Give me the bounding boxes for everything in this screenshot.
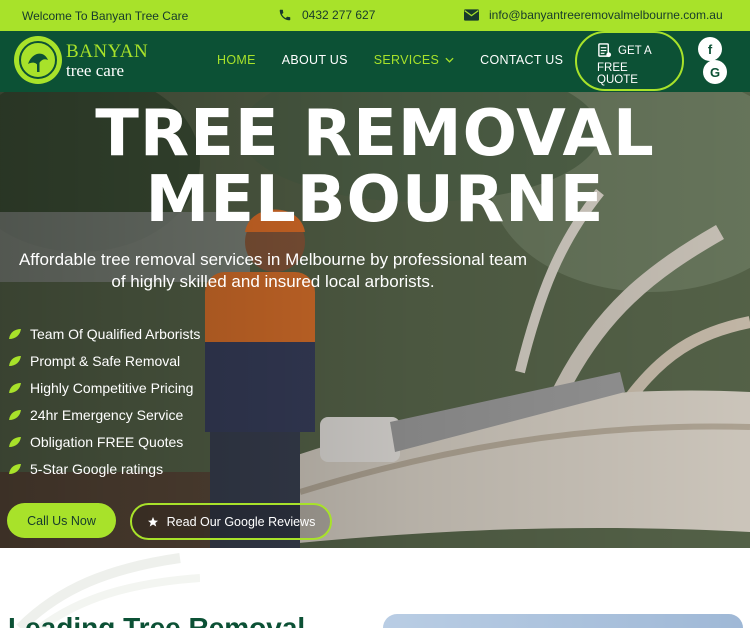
feature-text: Team Of Qualified Arborists — [30, 325, 201, 342]
hero-title-line2: MELBOURNE — [145, 163, 605, 237]
quote-line1: GET A — [618, 44, 652, 57]
nav-services-label: SERVICES — [373, 53, 440, 67]
nav-about-label: ABOUT US — [281, 53, 348, 67]
feature-item: Prompt & Safe Removal — [8, 347, 200, 374]
google-reviews-label: Read Our Google Reviews — [166, 514, 316, 529]
phone-icon — [279, 9, 291, 21]
hero-subtitle: Affordable tree removal services in Melb… — [18, 250, 528, 291]
feature-text: 5-Star Google ratings — [30, 460, 164, 477]
phone-number: 0432 277 627 — [302, 8, 376, 22]
mail-icon — [464, 9, 479, 21]
feature-text: Prompt & Safe Removal — [30, 352, 181, 369]
nav-contact-label: CONTACT US — [480, 53, 564, 67]
top-info-bar: Welcome To Banyan Tree Care 0432 277 627… — [0, 0, 750, 31]
main-navbar: BANYAN tree care HOME ABOUT US SERVICES … — [0, 31, 750, 92]
quote-line3: QUOTE — [597, 74, 638, 86]
section-heading: Leading Tree Removal — [8, 612, 306, 628]
email-address: info@banyantreeremovalmelbourne.com.au — [489, 8, 723, 22]
leaf-icon — [9, 463, 21, 474]
logo-line2: tree care — [66, 60, 125, 80]
feature-item: Highly Competitive Pricing — [8, 374, 200, 401]
primary-nav: HOME ABOUT US SERVICES CONTACT US — [217, 53, 563, 67]
nav-about-us[interactable]: ABOUT US — [282, 53, 348, 67]
get-free-quote-button[interactable]: GET A FREE QUOTE — [575, 31, 684, 91]
feature-list: Team Of Qualified Arborists Prompt & Saf… — [8, 320, 200, 482]
chevron-down-icon — [445, 57, 454, 63]
feature-item: Obligation FREE Quotes — [8, 428, 200, 455]
tree-logo-icon — [14, 36, 62, 84]
leaf-icon — [9, 355, 21, 366]
leaf-icon — [9, 328, 21, 339]
leaf-icon — [9, 436, 21, 447]
leaf-icon — [9, 382, 21, 393]
nav-home[interactable]: HOME — [217, 53, 256, 67]
hero-section: TREE REMOVAL MELBOURNE Affordable tree r… — [0, 92, 750, 548]
hero-title-line1: TREE REMOVAL — [95, 97, 655, 171]
feature-item: 24hr Emergency Service — [8, 401, 200, 428]
section-photo — [383, 614, 743, 628]
logo-line1: BANYAN — [66, 40, 149, 62]
feature-text: Obligation FREE Quotes — [30, 433, 184, 450]
feature-text: 24hr Emergency Service — [30, 406, 184, 423]
leaf-icon — [9, 409, 21, 420]
call-us-now-button[interactable]: Call Us Now — [7, 503, 116, 538]
email-link[interactable]: info@banyantreeremovalmelbourne.com.au — [464, 8, 723, 22]
feature-item: 5-Star Google ratings — [8, 455, 200, 482]
welcome-text: Welcome To Banyan Tree Care — [22, 9, 189, 23]
phone-link[interactable]: 0432 277 627 — [278, 8, 375, 22]
google-reviews-button[interactable]: Read Our Google Reviews — [130, 503, 332, 540]
nav-home-label: HOME — [217, 53, 256, 67]
intro-section: Leading Tree Removal — [0, 548, 750, 628]
quote-icon — [598, 43, 612, 58]
facebook-icon[interactable]: f — [698, 37, 722, 61]
feature-text: Highly Competitive Pricing — [30, 379, 194, 396]
site-logo[interactable]: BANYAN tree care — [14, 36, 148, 84]
google-icon[interactable]: G — [703, 60, 727, 84]
nav-services[interactable]: SERVICES — [374, 53, 454, 67]
quote-line2: FREE — [597, 62, 628, 74]
star-icon — [147, 516, 158, 526]
feature-item: Team Of Qualified Arborists — [8, 320, 200, 347]
nav-contact-us[interactable]: CONTACT US — [480, 53, 563, 67]
